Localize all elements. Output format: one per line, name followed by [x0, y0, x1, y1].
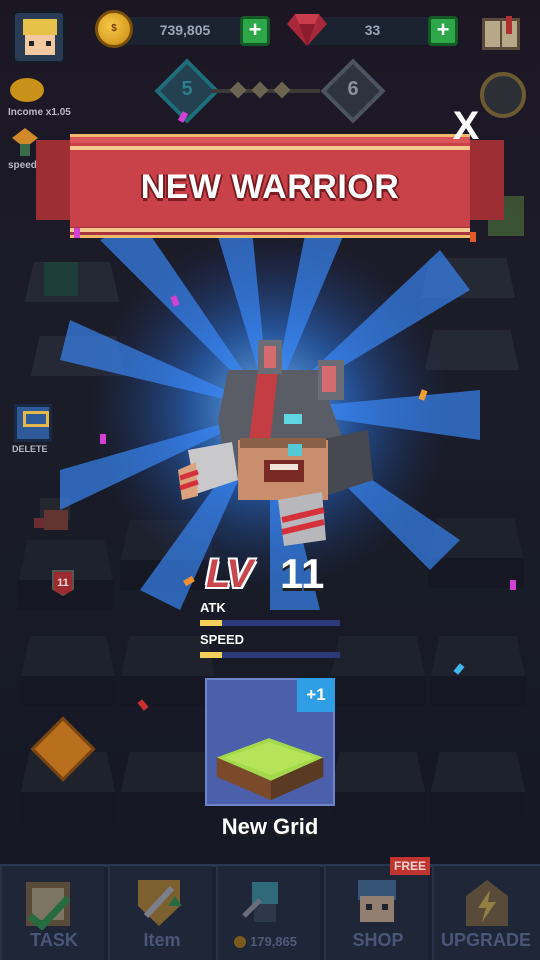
current-level-number: 5: [181, 78, 193, 100]
delete-label: DELETE: [12, 444, 48, 454]
nav-coin-icon: [234, 936, 246, 948]
confetti: [74, 228, 80, 238]
speed-bar: [200, 652, 340, 658]
task-icon: [26, 882, 71, 930]
confetti: [510, 580, 516, 590]
income-icon[interactable]: [10, 78, 44, 102]
atk-bar-fill: [200, 620, 223, 626]
level-value: 11: [280, 550, 325, 597]
nav-item-label: Item: [143, 930, 181, 950]
book-icon[interactable]: [480, 12, 522, 54]
gem-count: 33: [364, 22, 381, 38]
popup-title: NEW WARRIOR: [140, 168, 400, 206]
speed-bar-fill: [200, 652, 223, 658]
free-tag: FREE: [390, 857, 430, 875]
confetti: [100, 434, 106, 444]
nav-task-label: TASK: [30, 930, 78, 950]
speed-boost-icon[interactable]: [12, 128, 38, 158]
gem-icon: [287, 14, 327, 46]
game-screen: $ 739,805 + 33 + 5 6 Income x1.05 speed.…: [0, 0, 540, 960]
player-avatar[interactable]: [12, 10, 66, 64]
nav-hero-price: 179,865: [250, 934, 297, 949]
next-level-number: 6: [347, 78, 359, 100]
coin-count: 739,805: [159, 22, 211, 38]
close-button[interactable]: X: [444, 104, 488, 148]
hero-icon: [242, 882, 278, 922]
add-coins-button[interactable]: +: [240, 16, 270, 46]
sword-shield-icon: [138, 880, 182, 926]
shop-icon: [358, 880, 396, 922]
add-gems-button[interactable]: +: [428, 16, 458, 46]
level-prefix: LV: [206, 552, 253, 596]
atk-bar: [200, 620, 340, 626]
confetti: [470, 232, 476, 242]
warrior-character: [178, 340, 373, 546]
banner-trim-bottom: [70, 228, 470, 232]
delete-icon[interactable]: [14, 404, 52, 442]
speed-stat-label: SPEED: [200, 632, 245, 647]
reward-count-badge: +1: [297, 678, 335, 712]
nav-upgrade-label: UPGRADE: [440, 930, 531, 950]
coin-icon: $: [95, 10, 133, 48]
upgrade-icon: [466, 880, 508, 926]
reward-caption: New Grid: [221, 814, 319, 839]
nav-shop-label: SHOP: [352, 930, 404, 950]
banner-trim-top: [70, 146, 470, 150]
income-label: Income x1.05: [8, 107, 71, 118]
atk-label: ATK: [200, 600, 226, 615]
